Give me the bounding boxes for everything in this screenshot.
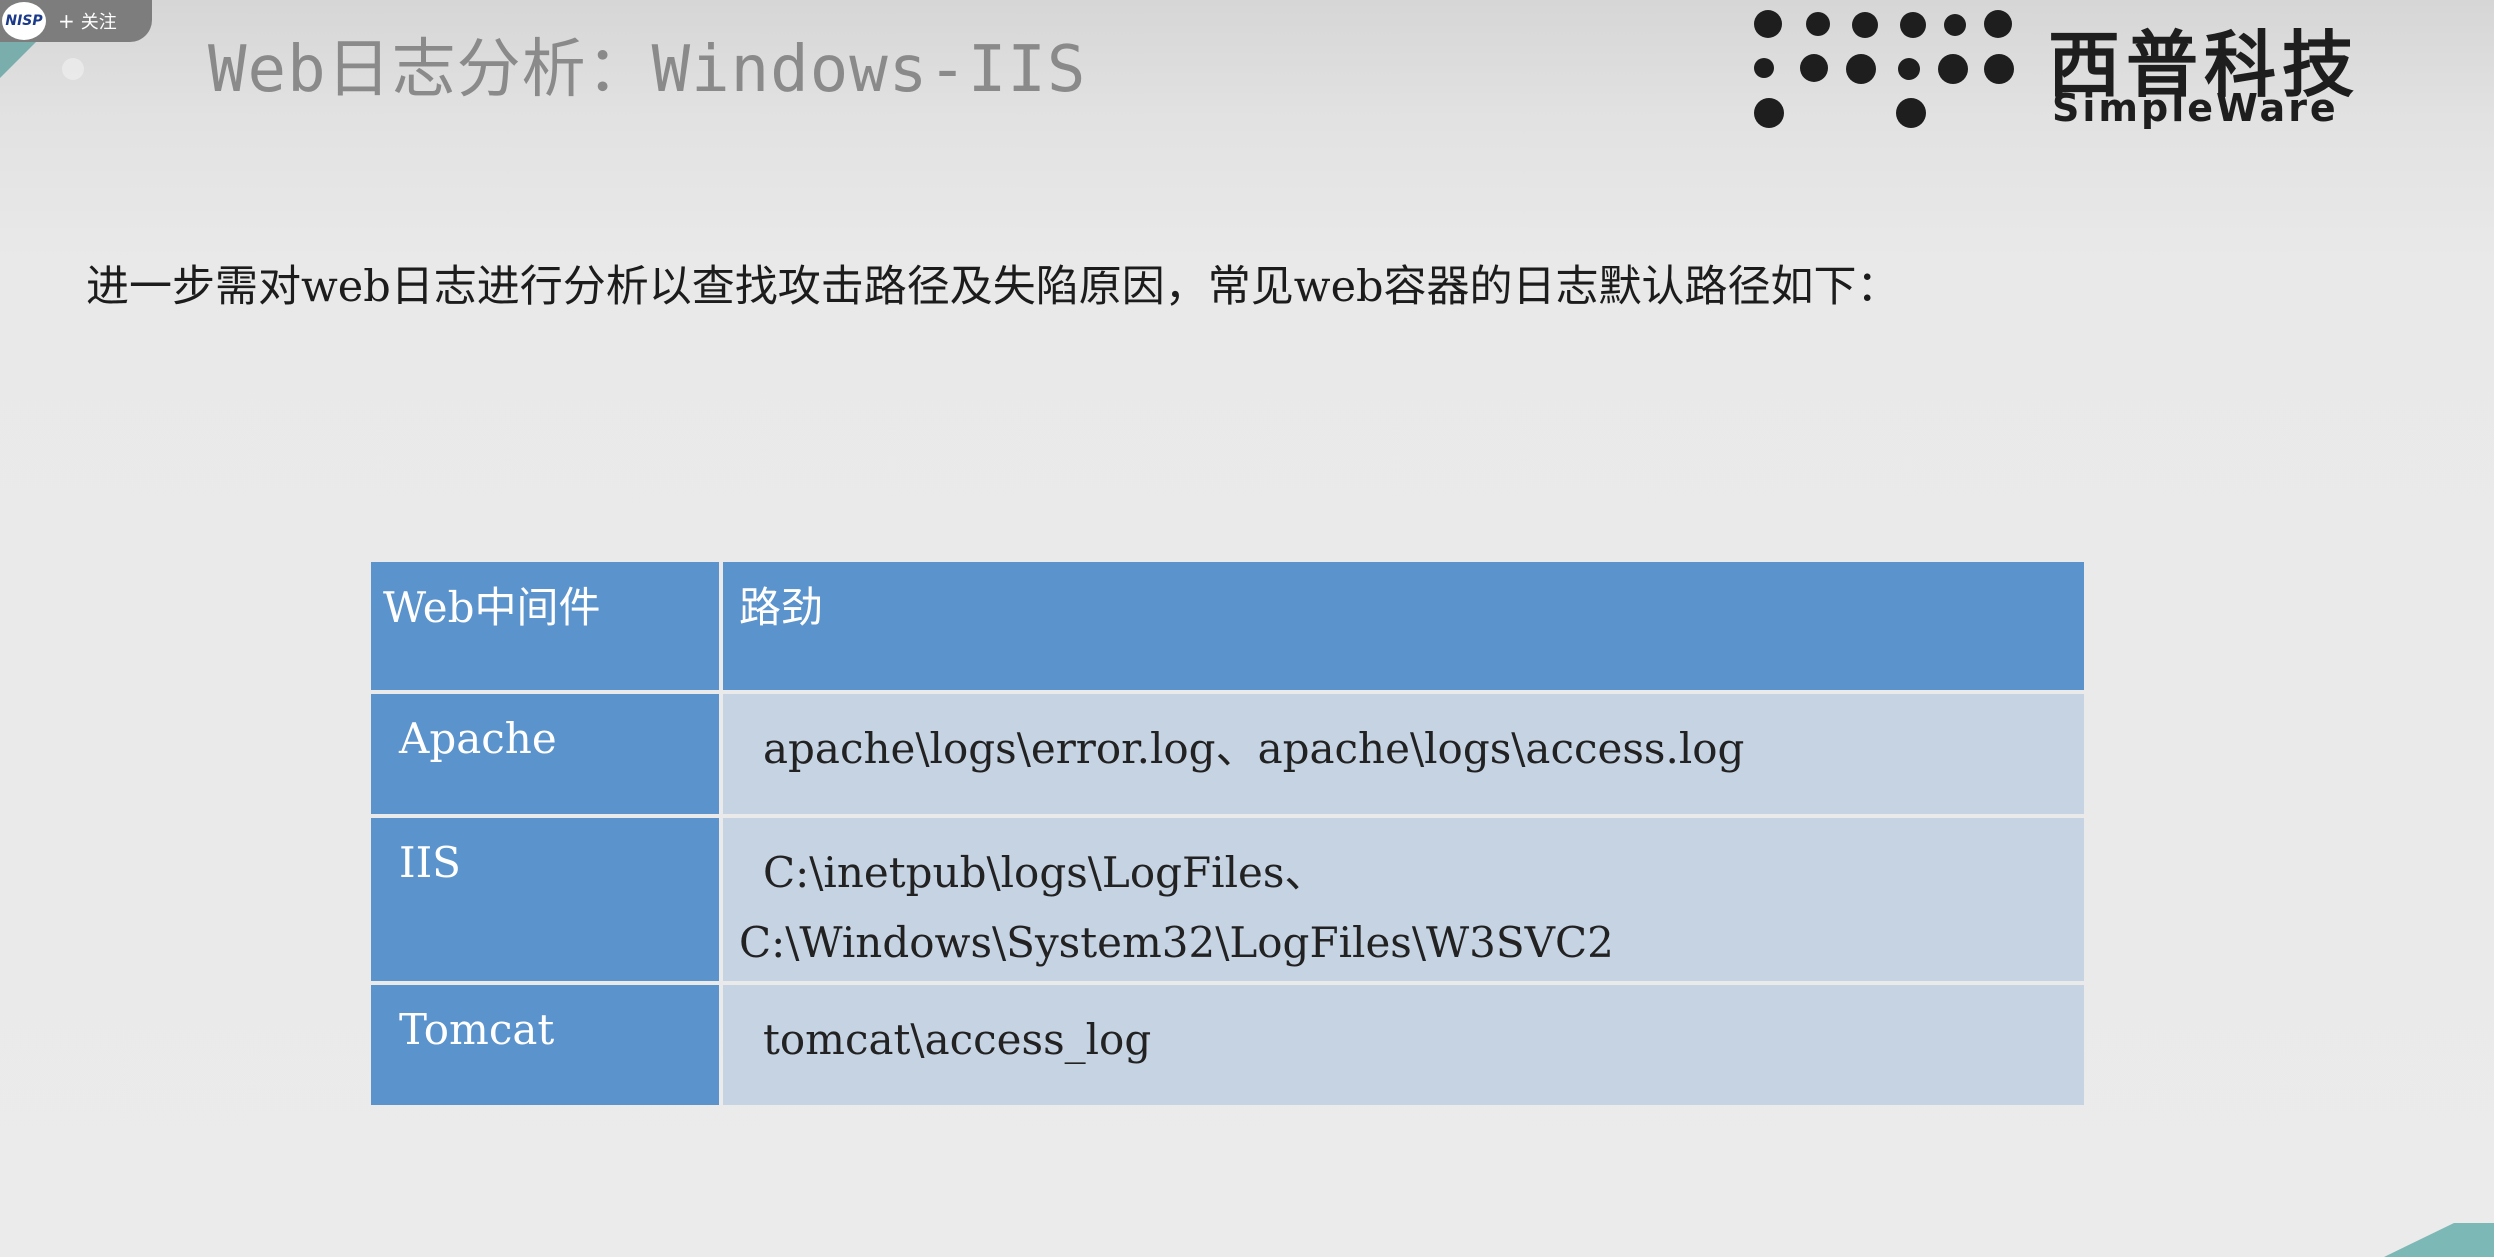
follow-badge[interactable]: NISP + 关注 [0, 0, 152, 42]
middleware-cell: IIS [371, 818, 719, 981]
middleware-cell: Apache [371, 694, 719, 814]
plus-icon: + [58, 9, 75, 33]
corner-dot-decoration [62, 58, 84, 80]
path-line: apache\logs\error.log、apache\logs\access… [763, 724, 1745, 773]
table-row: Tomcat tomcat\access_log [371, 985, 2084, 1105]
header-middleware: Web中间件 [371, 562, 719, 690]
path-line: tomcat\access_log [763, 1015, 1152, 1064]
nisp-logo: NISP [2, 2, 46, 40]
table-row: IIS C:\inetpub\logs\LogFiles、 C:\Windows… [371, 818, 2084, 981]
corner-decoration [2384, 1223, 2494, 1257]
header-path: 路劲 [723, 562, 2084, 690]
brand-logo: 西普科技 SimpleWare [1748, 6, 2388, 130]
brand-dots-icon [1748, 6, 2048, 128]
follow-label: 关注 [80, 12, 117, 33]
log-paths-table: Web中间件 路劲 Apache apache\logs\error.log、a… [367, 558, 2088, 1109]
slide-title: Web日志分析：Windows-IIS [208, 33, 1087, 107]
table-row: Apache apache\logs\error.log、apache\logs… [371, 694, 2084, 814]
brand-name-en: SimpleWare [2052, 86, 2339, 130]
path-cell: apache\logs\error.log、apache\logs\access… [723, 694, 2084, 814]
table-header-row: Web中间件 路劲 [371, 562, 2084, 690]
middleware-cell: Tomcat [371, 985, 719, 1105]
intro-text: 进一步需对web日志进行分析以查找攻击路径及失陷原因，常见web容器的日志默认路… [86, 262, 1900, 312]
path-line: C:\inetpub\logs\LogFiles、 [763, 848, 1327, 897]
path-cell: C:\inetpub\logs\LogFiles、 C:\Windows\Sys… [723, 818, 2084, 981]
path-cell: tomcat\access_log [723, 985, 2084, 1105]
path-line: C:\Windows\System32\LogFiles\W3SVC2 [739, 918, 1614, 967]
